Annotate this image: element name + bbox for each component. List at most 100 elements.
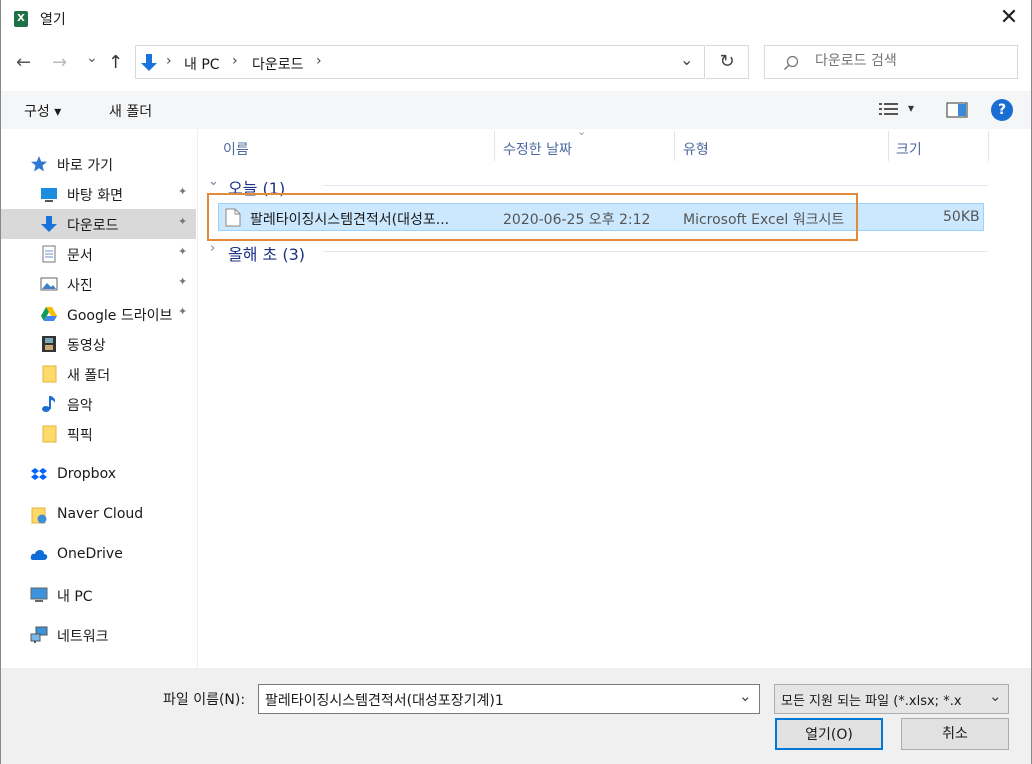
sidebar-item-label: 사진 bbox=[67, 278, 93, 294]
group-collapsed-chevron-icon: › bbox=[210, 241, 216, 256]
navigation-pane: 바로 가기 바탕 화면 ✦ 다운로드 ✦ 문서 ✦ 사진 ✦ Google 드라… bbox=[0, 129, 197, 668]
file-icon bbox=[225, 208, 241, 227]
filename-combobox[interactable]: 팔레타이징시스템견적서(대성포장기계)1 ⌄ bbox=[258, 684, 760, 714]
pin-icon: ✦ bbox=[178, 245, 188, 258]
folder-icon bbox=[42, 425, 57, 443]
breadcrumb-separator[interactable]: › bbox=[166, 53, 172, 69]
sidebar-item-quick-access[interactable]: 바로 가기 bbox=[0, 149, 196, 179]
filename-label: 파일 이름(N): bbox=[163, 692, 246, 708]
music-note-icon bbox=[42, 396, 56, 412]
sidebar-item-music[interactable]: 음악 bbox=[0, 389, 196, 419]
onedrive-cloud-icon bbox=[30, 550, 48, 560]
group-divider bbox=[323, 185, 988, 186]
sidebar-item-naver-cloud[interactable]: Naver Cloud bbox=[0, 500, 196, 530]
sidebar-item-documents[interactable]: 문서 ✦ bbox=[0, 239, 196, 269]
group-header-earlier-this-year[interactable]: › 올해 초 (3) bbox=[208, 240, 988, 264]
computer-icon bbox=[30, 587, 48, 602]
sidebar-item-label: 새 폴더 bbox=[67, 368, 111, 384]
organize-menu-button[interactable]: 구성 ▾ bbox=[24, 101, 61, 121]
file-size: 50KB bbox=[943, 209, 980, 225]
sidebar-item-pictures[interactable]: 사진 ✦ bbox=[0, 269, 196, 299]
folder-icon bbox=[42, 365, 57, 383]
column-separator[interactable] bbox=[888, 131, 889, 161]
forward-arrow-icon[interactable]: → bbox=[52, 53, 67, 73]
column-separator[interactable] bbox=[674, 131, 675, 161]
sidebar-item-label: Naver Cloud bbox=[57, 506, 144, 522]
file-type-value: 모든 지원 되는 파일 (*.xlsx; *.x bbox=[781, 694, 962, 709]
up-arrow-icon[interactable]: ↑ bbox=[108, 53, 123, 73]
downloads-arrow-icon bbox=[141, 54, 157, 71]
breadcrumb-separator[interactable]: › bbox=[232, 53, 238, 69]
dialog-footer: 파일 이름(N): 팔레타이징시스템견적서(대성포장기계)1 ⌄ 모든 지원 되… bbox=[0, 668, 1032, 764]
search-box[interactable] bbox=[764, 45, 1018, 79]
file-date: 2020-06-25 오후 2:12 bbox=[503, 212, 651, 228]
google-drive-icon bbox=[41, 307, 57, 321]
pin-icon: ✦ bbox=[178, 215, 188, 228]
file-type: Microsoft Excel 워크시트 bbox=[683, 212, 845, 228]
sidebar-item-videos[interactable]: 동영상 bbox=[0, 329, 196, 359]
view-options-chevron-icon[interactable]: ▾ bbox=[908, 101, 914, 115]
sidebar-item-label: 픽픽 bbox=[67, 428, 93, 444]
close-button[interactable]: ✕ bbox=[986, 0, 1032, 38]
preview-pane-icon[interactable] bbox=[946, 102, 968, 118]
pane-divider[interactable] bbox=[197, 129, 198, 668]
help-icon[interactable]: ? bbox=[991, 99, 1013, 121]
sidebar-item-google-drive[interactable]: Google 드라이브 ✦ bbox=[0, 299, 196, 329]
sidebar-item-label: 내 PC bbox=[57, 589, 93, 605]
file-row[interactable]: 팔레타이징시스템견적서(대성포... 2020-06-25 오후 2:12 Mi… bbox=[218, 203, 984, 231]
file-name: 팔레타이징시스템견적서(대성포... bbox=[250, 212, 450, 228]
breadcrumb-this-pc[interactable]: 내 PC bbox=[184, 54, 220, 74]
command-toolbar: 구성 ▾ 새 폴더 ▾ ? bbox=[0, 91, 1032, 129]
sidebar-item-label: Google 드라이브 bbox=[67, 308, 173, 324]
sidebar-item-picpick[interactable]: 픽픽 bbox=[0, 419, 196, 449]
star-icon bbox=[31, 156, 47, 172]
group-expanded-chevron-icon: ⌄ bbox=[208, 174, 219, 189]
title-bar: X 열기 ✕ bbox=[0, 0, 1032, 38]
address-bar[interactable]: › 내 PC › 다운로드 › ⌄ bbox=[135, 45, 705, 79]
recent-locations-chevron-icon[interactable]: ⌄ bbox=[86, 50, 98, 66]
sidebar-item-label: OneDrive bbox=[57, 546, 123, 562]
sidebar-item-label: 다운로드 bbox=[67, 218, 119, 234]
sort-chevron-icon: ⌄ bbox=[577, 125, 587, 138]
open-button[interactable]: 열기(O) bbox=[775, 718, 883, 750]
sidebar-item-downloads[interactable]: 다운로드 ✦ bbox=[0, 209, 196, 239]
sidebar-item-label: 문서 bbox=[67, 248, 93, 264]
column-separator[interactable] bbox=[494, 131, 495, 161]
sidebar-item-label: 음악 bbox=[67, 398, 93, 414]
sidebar-item-new-folder[interactable]: 새 폴더 bbox=[0, 359, 196, 389]
refresh-icon[interactable]: ↻ bbox=[706, 45, 749, 79]
breadcrumb-downloads[interactable]: 다운로드 bbox=[252, 54, 304, 74]
cancel-button[interactable]: 취소 bbox=[901, 718, 1009, 750]
back-arrow-icon[interactable]: ← bbox=[16, 53, 31, 73]
sidebar-item-desktop[interactable]: 바탕 화면 ✦ bbox=[0, 179, 196, 209]
group-header-today[interactable]: ⌄ 오늘 (1) bbox=[208, 174, 988, 198]
sidebar-item-label: 동영상 bbox=[67, 338, 106, 354]
window-title: 열기 bbox=[40, 12, 66, 28]
group-label: 오늘 (1) bbox=[228, 179, 286, 198]
sidebar-item-network[interactable]: 네트워크 bbox=[0, 620, 196, 650]
new-folder-button[interactable]: 새 폴더 bbox=[109, 101, 152, 121]
file-type-dropdown-chevron-icon[interactable]: ⌄ bbox=[989, 687, 1008, 713]
sidebar-item-onedrive[interactable]: OneDrive bbox=[0, 540, 196, 570]
window-border-left bbox=[0, 0, 1, 764]
sidebar-item-label: 네트워크 bbox=[57, 629, 109, 645]
column-separator[interactable] bbox=[988, 131, 989, 161]
address-dropdown-chevron-icon[interactable]: ⌄ bbox=[680, 50, 693, 69]
sidebar-item-label: 바탕 화면 bbox=[67, 188, 123, 204]
view-options-icon[interactable] bbox=[879, 102, 899, 118]
desktop-icon bbox=[41, 188, 57, 202]
excel-app-icon: X bbox=[14, 11, 28, 27]
file-type-select[interactable]: 모든 지원 되는 파일 (*.xlsx; *.x ⌄ bbox=[774, 684, 1009, 714]
pin-icon: ✦ bbox=[178, 305, 188, 318]
video-film-icon bbox=[42, 336, 56, 352]
sidebar-item-this-pc[interactable]: 내 PC bbox=[0, 580, 196, 610]
downloads-arrow-icon bbox=[41, 216, 57, 232]
naver-cloud-folder-icon bbox=[31, 507, 47, 524]
search-input[interactable] bbox=[815, 53, 1005, 69]
filename-input[interactable]: 팔레타이징시스템견적서(대성포장기계)1 bbox=[265, 690, 504, 710]
sidebar-item-label: 바로 가기 bbox=[57, 158, 113, 174]
filename-dropdown-chevron-icon[interactable]: ⌄ bbox=[739, 687, 752, 705]
pin-icon: ✦ bbox=[178, 185, 188, 198]
breadcrumb-separator[interactable]: › bbox=[316, 53, 322, 69]
sidebar-item-dropbox[interactable]: Dropbox bbox=[0, 460, 196, 490]
